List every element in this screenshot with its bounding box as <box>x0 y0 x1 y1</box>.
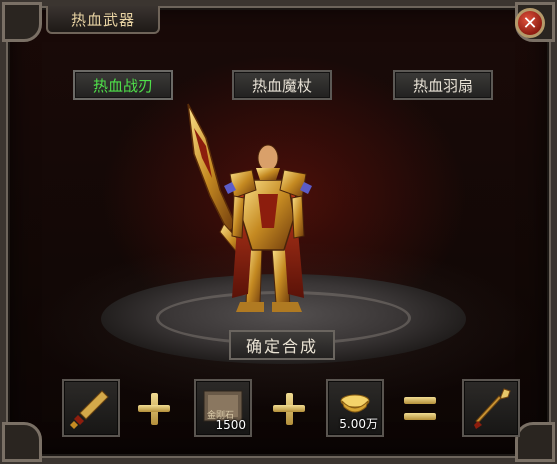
ingredient-slot-gold[interactable]: 5.00万 <box>326 379 384 437</box>
plus-operator-icon <box>136 393 172 425</box>
tab-rexue-mozhang[interactable]: 热血魔杖 <box>232 70 332 100</box>
window-title: 热血武器 <box>70 10 135 29</box>
close-button[interactable]: ✕ <box>515 8 545 38</box>
tab-rexue-yushan[interactable]: 热血羽扇 <box>393 70 493 100</box>
window-title-tab: 热血武器 <box>46 6 160 34</box>
result-slot[interactable] <box>462 379 520 437</box>
frame-corner-dragon-ornament <box>2 422 42 462</box>
tab-label: 热血魔杖 <box>251 76 312 95</box>
equals-operator-icon <box>402 393 438 425</box>
frame-corner-dragon-ornament <box>515 422 555 462</box>
spear-result-icon <box>474 388 511 429</box>
tab-rexue-zhanren[interactable]: 热血战刃 <box>73 70 173 100</box>
confirm-synthesis-button[interactable]: 确定合成 <box>229 330 335 360</box>
close-icon: ✕ <box>522 12 538 34</box>
sword-item-icon <box>70 390 109 429</box>
synthesis-window: 热血武器 ✕ 热血战刃 热血魔杖 热血羽扇 确定合成 金刚石 1500 5.00… <box>0 0 557 464</box>
material-quantity: 1500 <box>215 418 246 432</box>
tab-label: 热血羽扇 <box>412 76 473 95</box>
confirm-label: 确定合成 <box>245 337 318 356</box>
frame-corner-dragon-ornament <box>2 2 42 42</box>
tab-label: 热血战刃 <box>92 76 153 95</box>
gold-amount: 5.00万 <box>339 417 378 431</box>
ingredient-slot-weapon[interactable] <box>62 379 120 437</box>
plus-operator-icon <box>271 393 307 425</box>
ingredient-slot-material[interactable]: 金刚石 1500 <box>194 379 252 437</box>
armored-warrior-with-blade-figure <box>187 103 312 312</box>
